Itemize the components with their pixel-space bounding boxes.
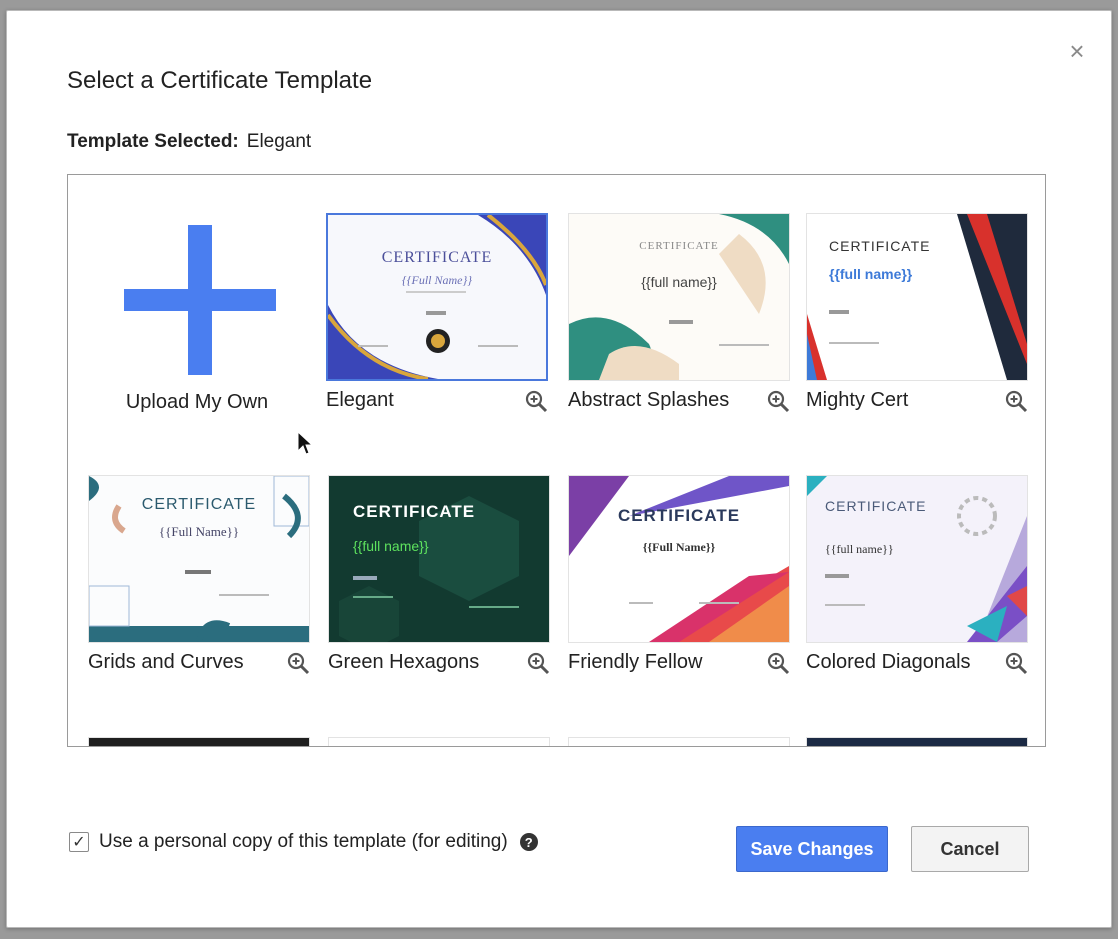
template-thumbnail[interactable] (328, 737, 550, 746)
template-name: Friendly Fellow (568, 651, 703, 673)
mouse-pointer-icon (297, 431, 313, 455)
template-thumbnail[interactable]: CERTIFICATE {{full name}} (328, 475, 550, 643)
template-card-colored-diagonals[interactable]: CERTIFICATE {{full name}} Colored Diagon… (806, 475, 1028, 675)
template-card-mighty-cert[interactable]: CERTIFICATE {{full name}} Mighty Cert (806, 213, 1028, 413)
cert-name: {{full name}} (829, 266, 913, 282)
personal-copy-checkbox[interactable]: ✓ (69, 832, 89, 852)
zoom-in-icon[interactable] (1004, 389, 1028, 413)
template-thumbnail[interactable]: CERTIFICATE {{Full Name}} (326, 213, 548, 381)
template-card-partial[interactable] (806, 737, 1028, 746)
template-card-green-hexagons[interactable]: CERTIFICATE {{full name}} Green Hexagons (328, 475, 550, 675)
cert-title: CERTIFICATE (141, 496, 257, 513)
zoom-in-icon[interactable] (766, 389, 790, 413)
zoom-in-icon[interactable] (286, 651, 310, 675)
template-card-elegant[interactable]: CERTIFICATE {{Full Name}} Elegant (326, 213, 548, 413)
template-card-partial[interactable] (88, 737, 310, 746)
template-thumbnail[interactable]: CERTIFICATE {{full name}} (806, 213, 1028, 381)
template-thumbnail[interactable] (806, 737, 1028, 746)
template-card-grids-and-curves[interactable]: CERTIFICATE {{Full Name}} Grids and Curv… (88, 475, 310, 675)
template-name: Mighty Cert (806, 389, 909, 411)
friendly-fellow-thumbnail-art (569, 476, 789, 642)
cert-title: CERTIFICATE (825, 498, 927, 514)
template-name: Abstract Splashes (568, 389, 730, 411)
abstract-splashes-thumbnail-art (569, 214, 789, 380)
template-card-friendly-fellow[interactable]: CERTIFICATE {{Full Name}} Friendly Fello… (568, 475, 790, 675)
template-name: Colored Diagonals (806, 651, 971, 673)
template-card-partial[interactable] (568, 737, 790, 746)
cert-name: {{full name}} (825, 542, 894, 556)
upload-my-own-label: Upload My Own (125, 391, 269, 413)
cert-name: {{full name}} (641, 274, 717, 290)
help-icon[interactable]: ? (519, 833, 538, 851)
template-name: Elegant (326, 389, 394, 411)
cert-title: CERTIFICATE (617, 506, 741, 525)
template-name: Grids and Curves (88, 651, 244, 673)
personal-copy-option[interactable]: ✓ Use a personal copy of this template (… (69, 831, 538, 853)
template-thumbnail[interactable]: CERTIFICATE {{full name}} (806, 475, 1028, 643)
cert-title: CERTIFICATE (639, 240, 719, 252)
zoom-in-icon[interactable] (526, 651, 550, 675)
cert-name: {{Full Name}} (158, 524, 240, 539)
template-selected-label: Template Selected: (67, 131, 239, 152)
upload-my-own-card[interactable]: Upload My Own (86, 213, 308, 413)
cert-name: {{Full Name}} (401, 273, 473, 287)
zoom-in-icon[interactable] (524, 389, 548, 413)
template-selected-value: Elegant (246, 131, 312, 152)
cert-name: {{Full Name}} (642, 540, 716, 554)
template-selected-line: Template Selected: Elegant (67, 131, 311, 153)
save-changes-button[interactable]: Save Changes (736, 826, 888, 872)
personal-copy-label: Use a personal copy of this template (fo… (99, 831, 508, 852)
template-thumbnail[interactable] (88, 737, 310, 746)
template-thumbnail[interactable] (568, 737, 790, 746)
template-thumbnail[interactable]: CERTIFICATE {{Full Name}} (88, 475, 310, 643)
template-card-abstract-splashes[interactable]: CERTIFICATE {{full name}} Abstract Splas… (568, 213, 790, 413)
cancel-button[interactable]: Cancel (911, 826, 1029, 872)
close-icon[interactable]: × (1063, 37, 1091, 65)
certificate-template-dialog: × Select a Certificate Template Template… (6, 10, 1112, 928)
template-name: Green Hexagons (328, 651, 480, 673)
cert-name: {{full name}} (353, 538, 429, 554)
dialog-title: Select a Certificate Template (67, 67, 373, 94)
elegant-thumbnail-art (328, 215, 546, 379)
cert-title: CERTIFICATE (353, 502, 476, 521)
template-card-partial[interactable] (328, 737, 550, 746)
green-hexagons-thumbnail-art (329, 476, 549, 642)
template-thumbnail[interactable]: CERTIFICATE {{Full Name}} (568, 475, 790, 643)
zoom-in-icon[interactable] (1004, 651, 1028, 675)
cert-title: CERTIFICATE (829, 238, 931, 254)
template-thumbnail[interactable]: CERTIFICATE {{full name}} (568, 213, 790, 381)
cert-title: CERTIFICATE (381, 249, 493, 266)
template-grid[interactable]: Upload My Own CERTIFICATE {{Full Name}} … (67, 174, 1046, 747)
zoom-in-icon[interactable] (766, 651, 790, 675)
plus-icon-bar (124, 289, 276, 311)
